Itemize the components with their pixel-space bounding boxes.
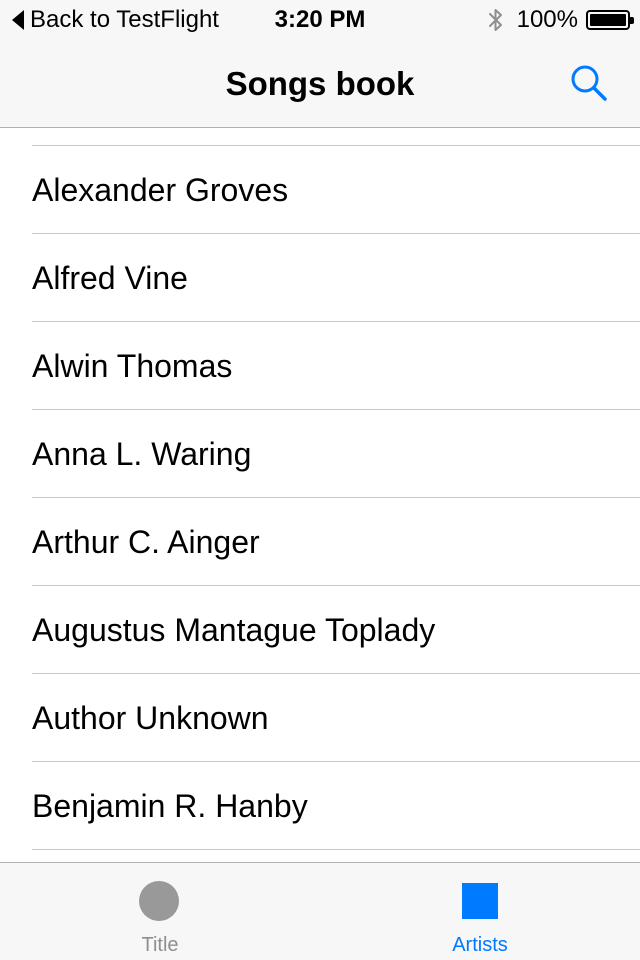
screen: Back to TestFlight 3:20 PM 100% Songs bo… [0, 0, 640, 960]
battery-percent: 100% [516, 6, 578, 33]
list-item-label: Alwin Thomas [32, 347, 233, 384]
tab-bar: Title Artists [0, 862, 640, 960]
tab-title-label: Title [141, 934, 179, 956]
list-item[interactable]: Author Unknown [32, 674, 640, 762]
circle-icon [139, 881, 179, 921]
list-item[interactable]: Alwin Thomas [32, 322, 640, 410]
list-item-label: Anna L. Waring [32, 435, 252, 472]
list-items: Alexander Groves Alfred Vine Alwin Thomas A… [0, 146, 640, 850]
list-item-label: Arthur C. Ainger [32, 523, 260, 560]
bluetooth-icon [488, 9, 502, 31]
list-item-label: Alexander Groves [32, 171, 289, 208]
artist-list[interactable]: Alexander Groves Alfred Vine Alwin Thomas A… [0, 128, 640, 862]
list-item-label: Alfred Vine [32, 259, 188, 296]
list-item[interactable]: Arthur C. Ainger [32, 498, 640, 586]
battery-cap [630, 17, 634, 24]
list-item[interactable]: Alexander Groves [32, 146, 640, 234]
status-indicators: 100% [487, 6, 634, 34]
battery-fill [590, 14, 626, 26]
list-item[interactable]: Anna L. Waring [32, 410, 640, 498]
navigation-bar: Songs book [0, 40, 640, 128]
tab-title[interactable]: Title [0, 863, 320, 960]
square-icon [462, 883, 498, 919]
battery-icon [586, 10, 634, 30]
list-item-label: Benjamin R. Hanby [32, 787, 308, 824]
tab-artists[interactable]: Artists [320, 863, 640, 960]
list-item[interactable]: Alfred Vine [32, 234, 640, 322]
status-bar: Back to TestFlight 3:20 PM 100% [0, 0, 640, 40]
tab-artists-label: Artists [452, 934, 508, 956]
list-item-label: Author Unknown [32, 699, 269, 736]
list-item[interactable]: Benjamin R. Hanby [32, 762, 640, 850]
search-icon[interactable] [568, 62, 612, 106]
list-item-label: Augustus Mantague Toplady [32, 611, 436, 648]
list-item[interactable]: Augustus Mantague Toplady [32, 586, 640, 674]
page-title: Songs book [225, 65, 415, 102]
